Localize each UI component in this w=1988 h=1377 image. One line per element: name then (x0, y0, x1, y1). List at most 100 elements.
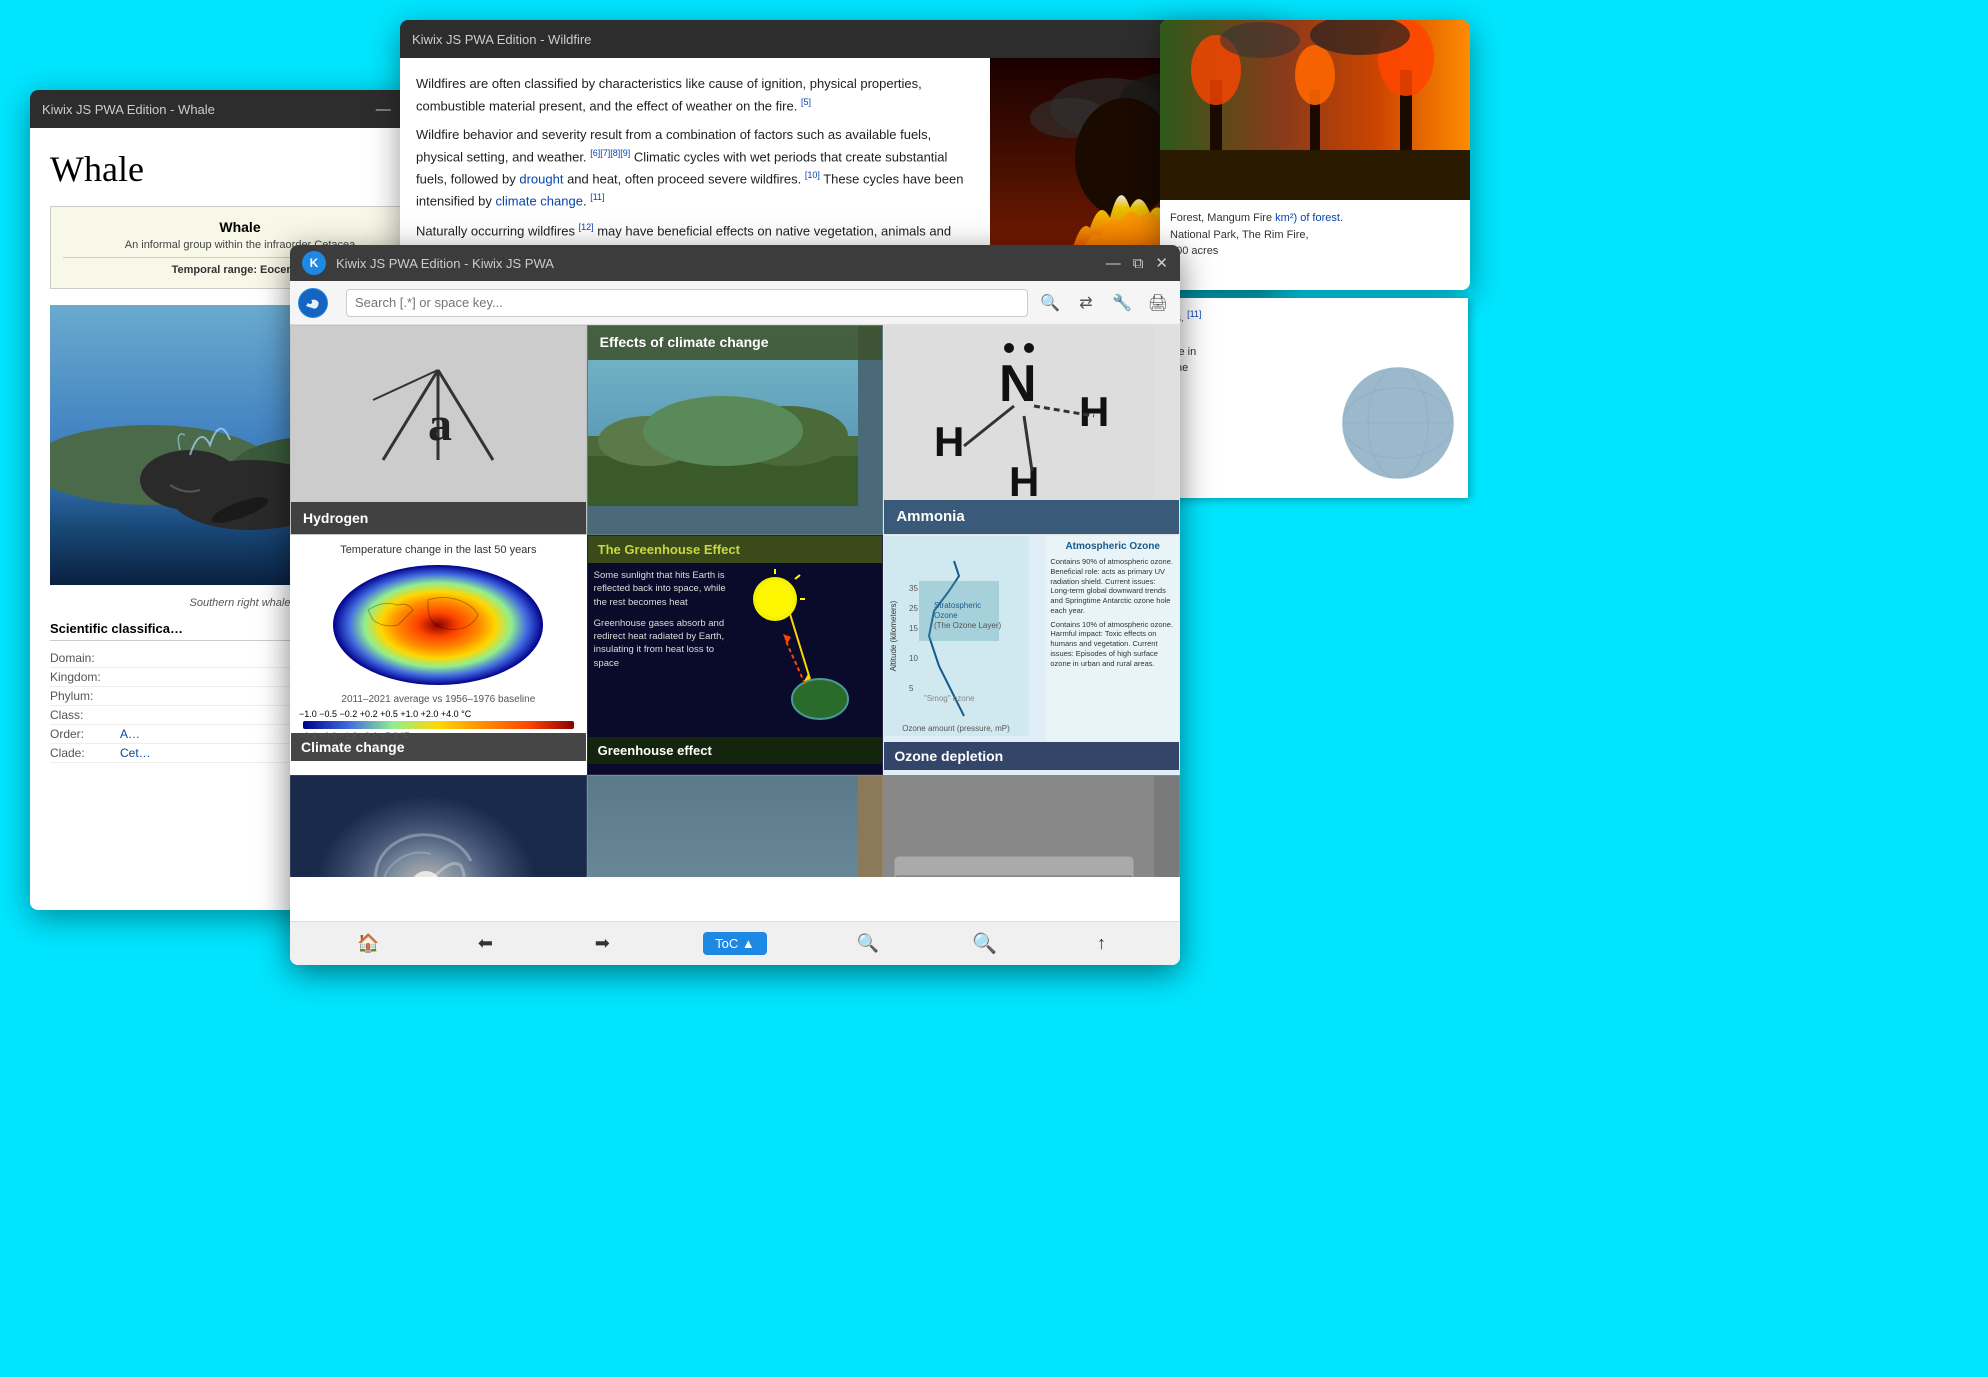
wf-text1: Wildfires are often classified by charac… (416, 76, 922, 113)
ammonia-card-content: N H H H (884, 326, 1179, 534)
ammonia-molecule-svg: N H H H (884, 326, 1154, 506)
ozone-chart-svg: Altitude (kilometers) Stratospheric Ozon… (884, 536, 1029, 736)
card-climate-effects[interactable]: Effects of climate change (587, 325, 884, 535)
grid-row-2: Temperature change in the last 50 years (290, 535, 1180, 775)
footer-zoom-in-btn[interactable]: 🔍 (969, 928, 1001, 960)
greenhouse-effect-title: Greenhouse effect (588, 737, 883, 764)
svg-text:Ozone amount (pressure, mP): Ozone amount (pressure, mP) (903, 724, 1011, 733)
ammonia-title-text: Ammonia (896, 508, 964, 525)
kingdom-label: Kingdom: (50, 670, 120, 684)
footer-forward-btn[interactable]: ➡ (586, 928, 618, 960)
wf-ref12: [12] (579, 222, 594, 232)
svg-text:N: N (999, 355, 1037, 413)
svg-text:5: 5 (909, 684, 914, 693)
footer-back-btn[interactable]: ⬅ (469, 928, 501, 960)
clade-value: Cet… (120, 746, 151, 760)
kiwix-minimize-btn[interactable]: — (1106, 256, 1121, 271)
kiwix-bird-icon (298, 288, 328, 318)
greenhouse-right-visual (735, 569, 876, 731)
ozone-title-text: Ozone depletion (894, 748, 1003, 764)
grid-row-3: Tropical cyclone (290, 775, 1180, 877)
search-icon-btn[interactable]: 🔍 (1036, 289, 1064, 317)
hydrogen-molecule-svg: a (303, 340, 573, 520)
svg-text:Altitude (kilometers): Altitude (kilometers) (889, 600, 898, 671)
card-tropical-cyclone[interactable]: Tropical cyclone (290, 775, 587, 877)
svg-text:15: 15 (909, 624, 918, 633)
ozone-para1: Contains 90% of atmospheric ozone. Benef… (1050, 557, 1175, 616)
globe-visual (1338, 363, 1458, 488)
kiwix-window-title: Kiwix JS PWA Edition - Kiwix JS PWA (336, 256, 1106, 271)
domain-label: Domain: (50, 651, 120, 665)
heatmap-title: Temperature change in the last 50 years (299, 544, 578, 556)
heatmap-baseline-text: 2011–2021 average vs 1956–1976 baseline (299, 694, 578, 705)
svg-text:H: H (1009, 458, 1039, 505)
ozone-chart-title: Atmospheric Ozone (1050, 540, 1175, 553)
portland-svg: CEMENT CEMENT 50 kg SGL BIG SGL BIG (884, 776, 1154, 877)
svg-text:H: H (934, 418, 964, 465)
kiwix-titlebar: K Kiwix JS PWA Edition - Kiwix JS PWA — … (290, 245, 1180, 281)
whale-article-title: Whale (50, 148, 430, 190)
card-portland-cement[interactable]: CEMENT CEMENT 50 kg SGL BIG SGL BIG Port… (883, 775, 1180, 877)
right-forest-fire-img (1160, 20, 1470, 200)
whale-window-title: Kiwix JS PWA Edition - Whale (42, 102, 376, 117)
right-refs-panel: ls. [11] se in the (1163, 298, 1468, 498)
card-greenhouse[interactable]: The Greenhouse Effect Some sunlight that… (587, 535, 884, 775)
footer-toc-btn[interactable]: ToC ▲ (703, 932, 767, 955)
phylum-label: Phylum: (50, 689, 120, 703)
svg-text:Stratospheric: Stratospheric (934, 601, 981, 610)
print-icon-btn[interactable]: 🖨 (1144, 289, 1172, 317)
footer-toc-label: ToC ▲ (715, 936, 755, 951)
card-climate-change[interactable]: Temperature change in the last 50 years (290, 535, 587, 775)
heatmap-visual (328, 560, 548, 690)
shuffle-icon-btn[interactable]: ⇄ (1072, 289, 1100, 317)
kiwix-restore-btn[interactable]: ⧉ (1133, 256, 1144, 271)
ozone-text-info: Atmospheric Ozone Contains 90% of atmosp… (1046, 536, 1179, 742)
wf-ref5: [5] (801, 97, 811, 107)
kiwix-article-grid-content: a Hydrogen (290, 325, 1180, 921)
order-value: A… (120, 727, 140, 741)
greenhouse-left-text: Some sunlight that hits Earth is reflect… (594, 569, 735, 731)
footer-zoom-out-btn[interactable]: 🔍 (852, 928, 884, 960)
wf-ref10: [10] (805, 170, 820, 180)
greenhouse-diagram-svg (735, 569, 855, 729)
hydrogen-card-content: a Hydrogen (291, 326, 586, 534)
forest-link[interactable]: km²) of forest. (1275, 212, 1343, 224)
footer-home-btn[interactable]: 🏠 (352, 928, 384, 960)
wildfire-window-title: Kiwix JS PWA Edition - Wildfire (412, 32, 1185, 47)
wrench-icon-btn[interactable]: 🔧 (1108, 289, 1136, 317)
greenhouse-effect-label: Greenhouse effect (598, 743, 712, 758)
search-input[interactable] (346, 289, 1028, 317)
right-fire-svg (1160, 20, 1470, 200)
svg-text:H: H (1079, 388, 1109, 435)
ozone-para2: Contains 10% of atmospheric ozone. Harmf… (1050, 620, 1175, 669)
hydrogen-title-bar: Hydrogen (291, 502, 586, 534)
cyclone-svg (291, 776, 561, 877)
card-hydrogen[interactable]: a Hydrogen (290, 325, 587, 535)
card-ozone[interactable]: Altitude (kilometers) Stratospheric Ozon… (883, 535, 1180, 775)
wf-link-climate[interactable]: climate change (496, 193, 583, 208)
kiwix-footer: 🏠 ⬅ ➡ ToC ▲ 🔍 🔍 ↑ (290, 921, 1180, 965)
climate-effects-title-bar: Effects of climate change (588, 326, 883, 360)
card-ammonia[interactable]: N H H H (883, 325, 1180, 535)
whale-infobox-name: Whale (63, 219, 417, 235)
wf-text4: and heat, often proceed severe wildfires… (567, 171, 801, 186)
wf-link-drought[interactable]: drought (519, 171, 563, 186)
minimize-btn[interactable]: — (376, 102, 391, 117)
card-drought[interactable]: Drought (587, 775, 884, 877)
order-label: Order: (50, 727, 120, 741)
drought-svg (588, 776, 858, 877)
footer-top-btn[interactable]: ↑ (1086, 928, 1118, 960)
kiwix-close-btn[interactable]: ✕ (1155, 256, 1168, 271)
ozone-chart: Altitude (kilometers) Stratospheric Ozon… (884, 536, 1046, 742)
wf-ref6789: [6][7][8][9] (590, 148, 630, 158)
climate-change-title-text: Climate change (301, 739, 404, 755)
wildfire-titlebar: Kiwix JS PWA Edition - Wildfire — ⧉ □ ✕ (400, 20, 1280, 58)
svg-text:10: 10 (909, 654, 918, 663)
heatmap-scale-bar: −1.0 −0.5 −0.2 +0.2 +0.5 +1.0 +2.0 +4.0 … (299, 709, 578, 719)
wildfire-para1: Wildfires are often classified by charac… (416, 74, 974, 117)
svg-text:(The Ozone Layer): (The Ozone Layer) (934, 621, 1001, 630)
right-panel-text: Forest, Mangum Fire km²) of forest. Nati… (1160, 200, 1470, 270)
ozone-title-bar: Ozone depletion (884, 742, 1179, 770)
article-grid-container[interactable]: a Hydrogen (290, 325, 1180, 877)
climate-effects-card-content: Effects of climate change (588, 326, 883, 534)
